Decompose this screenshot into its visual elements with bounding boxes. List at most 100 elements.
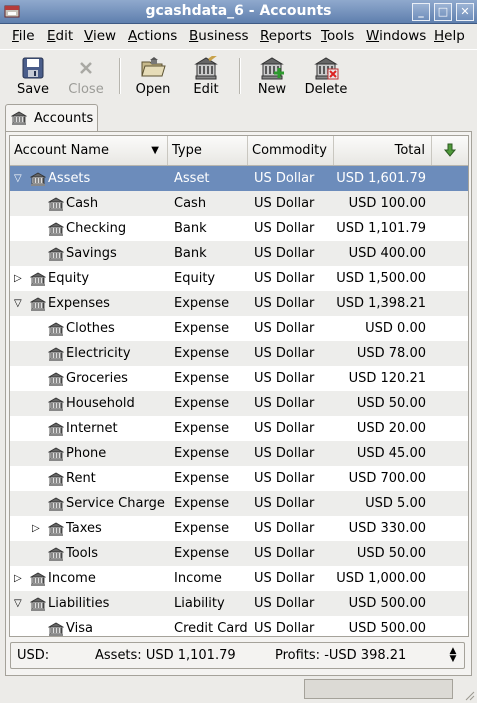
account-type: Equity bbox=[174, 271, 216, 286]
account-row[interactable]: Groceries Expense US Dollar USD 120.21 bbox=[10, 366, 468, 391]
account-commodity: US Dollar bbox=[254, 346, 315, 361]
minimize-icon[interactable]: _ bbox=[412, 3, 430, 21]
close-button[interactable]: Close bbox=[60, 56, 112, 102]
new-account-button[interactable]: New bbox=[246, 56, 298, 102]
account-type: Liability bbox=[174, 596, 225, 611]
account-name: Tools bbox=[66, 546, 99, 561]
account-row[interactable]: Visa Credit Card US Dollar USD 500.00 bbox=[10, 616, 468, 636]
account-commodity: US Dollar bbox=[254, 271, 315, 286]
edit-button[interactable]: Edit bbox=[180, 56, 232, 102]
account-row[interactable]: Rent Expense US Dollar USD 700.00 bbox=[10, 466, 468, 491]
summary-spin-icon[interactable]: ▲ ▼ bbox=[446, 647, 460, 665]
account-row[interactable]: ▷ Equity Equity US Dollar USD 1,500.00 bbox=[10, 266, 468, 291]
account-commodity: US Dollar bbox=[254, 521, 315, 536]
account-name: Expenses bbox=[48, 296, 110, 311]
menu-reports[interactable]: Reports bbox=[260, 28, 312, 44]
account-row[interactable]: Electricity Expense US Dollar USD 78.00 bbox=[10, 341, 468, 366]
account-total: USD 1,101.79 bbox=[336, 221, 426, 236]
open-button[interactable]: Open bbox=[127, 56, 179, 102]
menu-file[interactable]: File bbox=[12, 28, 35, 44]
account-row[interactable]: Checking Bank US Dollar USD 1,101.79 bbox=[10, 216, 468, 241]
account-row[interactable]: Household Expense US Dollar USD 50.00 bbox=[10, 391, 468, 416]
collapse-arrow-icon[interactable]: ▽ bbox=[14, 599, 24, 609]
account-row[interactable]: ▽ Liabilities Liability US Dollar USD 500.00 bbox=[10, 591, 468, 616]
account-type: Expense bbox=[174, 546, 230, 561]
close-icon[interactable]: ✕ bbox=[456, 3, 474, 21]
new-label: New bbox=[257, 82, 287, 97]
account-name: Household bbox=[66, 396, 135, 411]
account-type: Expense bbox=[174, 421, 230, 436]
close-label: Close bbox=[68, 82, 104, 97]
account-total: USD 5.00 bbox=[365, 496, 426, 511]
account-name: Internet bbox=[66, 421, 118, 436]
save-icon bbox=[22, 57, 44, 79]
column-total-label: Total bbox=[394, 143, 425, 158]
menu-view[interactable]: View bbox=[84, 28, 116, 44]
title-bar[interactable]: gcashdata_6 - Accounts _ □ ✕ bbox=[0, 0, 477, 24]
account-row[interactable]: Clothes Expense US Dollar USD 0.00 bbox=[10, 316, 468, 341]
account-total: USD 100.00 bbox=[348, 196, 426, 211]
delete-account-icon bbox=[314, 57, 339, 80]
expand-arrow-icon[interactable]: ▷ bbox=[14, 274, 24, 284]
account-name: Savings bbox=[66, 246, 117, 261]
delete-label: Delete bbox=[304, 82, 348, 97]
account-commodity: US Dollar bbox=[254, 296, 315, 311]
column-total[interactable]: Total bbox=[334, 136, 432, 165]
save-button[interactable]: Save bbox=[7, 56, 59, 102]
status-bar bbox=[0, 676, 477, 703]
account-icon bbox=[47, 621, 65, 636]
account-total: USD 0.00 bbox=[365, 321, 426, 336]
account-commodity: US Dollar bbox=[254, 171, 315, 186]
account-name: Checking bbox=[66, 221, 127, 236]
column-selector[interactable] bbox=[432, 136, 468, 165]
notebook-tabs: Accounts bbox=[0, 104, 477, 132]
delete-account-button[interactable]: Delete bbox=[300, 56, 352, 102]
account-commodity: US Dollar bbox=[254, 396, 315, 411]
tab-accounts[interactable]: Accounts bbox=[5, 104, 98, 132]
column-type[interactable]: Type bbox=[168, 136, 248, 165]
account-total: USD 120.21 bbox=[348, 371, 426, 386]
account-row[interactable]: Cash Cash US Dollar USD 100.00 bbox=[10, 191, 468, 216]
account-total: USD 400.00 bbox=[348, 246, 426, 261]
summary-bar[interactable]: USD: Assets: USD 1,101.79 Profits: -USD … bbox=[10, 642, 465, 669]
menu-actions[interactable]: Actions bbox=[128, 28, 177, 44]
maximize-icon[interactable]: □ bbox=[434, 3, 452, 21]
column-commodity[interactable]: Commodity bbox=[248, 136, 334, 165]
collapse-arrow-icon[interactable]: ▽ bbox=[14, 299, 24, 309]
account-row[interactable]: Phone Expense US Dollar USD 45.00 bbox=[10, 441, 468, 466]
menu-tools[interactable]: Tools bbox=[321, 28, 354, 44]
account-row[interactable]: Tools Expense US Dollar USD 50.00 bbox=[10, 541, 468, 566]
menu-business[interactable]: Business bbox=[189, 28, 249, 44]
account-type: Expense bbox=[174, 346, 230, 361]
account-commodity: US Dollar bbox=[254, 371, 315, 386]
account-name: Visa bbox=[66, 621, 93, 636]
account-row[interactable]: ▷ Income Income US Dollar USD 1,000.00 bbox=[10, 566, 468, 591]
expand-arrow-icon[interactable]: ▷ bbox=[14, 574, 24, 584]
account-type: Expense bbox=[174, 496, 230, 511]
expand-arrow-icon[interactable]: ▷ bbox=[32, 524, 42, 534]
account-commodity: US Dollar bbox=[254, 496, 315, 511]
account-total: USD 700.00 bbox=[348, 471, 426, 486]
menu-help[interactable]: Help bbox=[434, 28, 465, 44]
account-type: Expense bbox=[174, 321, 230, 336]
account-row[interactable]: Internet Expense US Dollar USD 20.00 bbox=[10, 416, 468, 441]
account-total: USD 1,500.00 bbox=[336, 271, 426, 286]
account-type: Expense bbox=[174, 446, 230, 461]
collapse-arrow-icon[interactable]: ▽ bbox=[14, 174, 24, 184]
account-row[interactable]: ▽ Expenses Expense US Dollar USD 1,398.21 bbox=[10, 291, 468, 316]
account-row[interactable]: ▷ Taxes Expense US Dollar USD 330.00 bbox=[10, 516, 468, 541]
account-row[interactable]: Service Charge Expense US Dollar USD 5.00 bbox=[10, 491, 468, 516]
accounts-tree[interactable]: Account Name ▼ Type Commodity Total ▽ Ass… bbox=[9, 135, 469, 637]
menu-edit[interactable]: Edit bbox=[47, 28, 73, 44]
account-row[interactable]: ▽ Assets Asset US Dollar USD 1,601.79 bbox=[10, 166, 468, 191]
menu-windows[interactable]: Windows bbox=[366, 28, 426, 44]
account-row[interactable]: Savings Bank US Dollar USD 400.00 bbox=[10, 241, 468, 266]
edit-label: Edit bbox=[193, 82, 219, 97]
accounts-icon bbox=[11, 111, 27, 125]
account-type: Expense bbox=[174, 371, 230, 386]
account-commodity: US Dollar bbox=[254, 596, 315, 611]
account-name: Groceries bbox=[66, 371, 128, 386]
resize-grip-icon[interactable] bbox=[463, 689, 475, 701]
column-account-name[interactable]: Account Name ▼ bbox=[10, 136, 168, 165]
toolbar-separator bbox=[119, 58, 121, 94]
